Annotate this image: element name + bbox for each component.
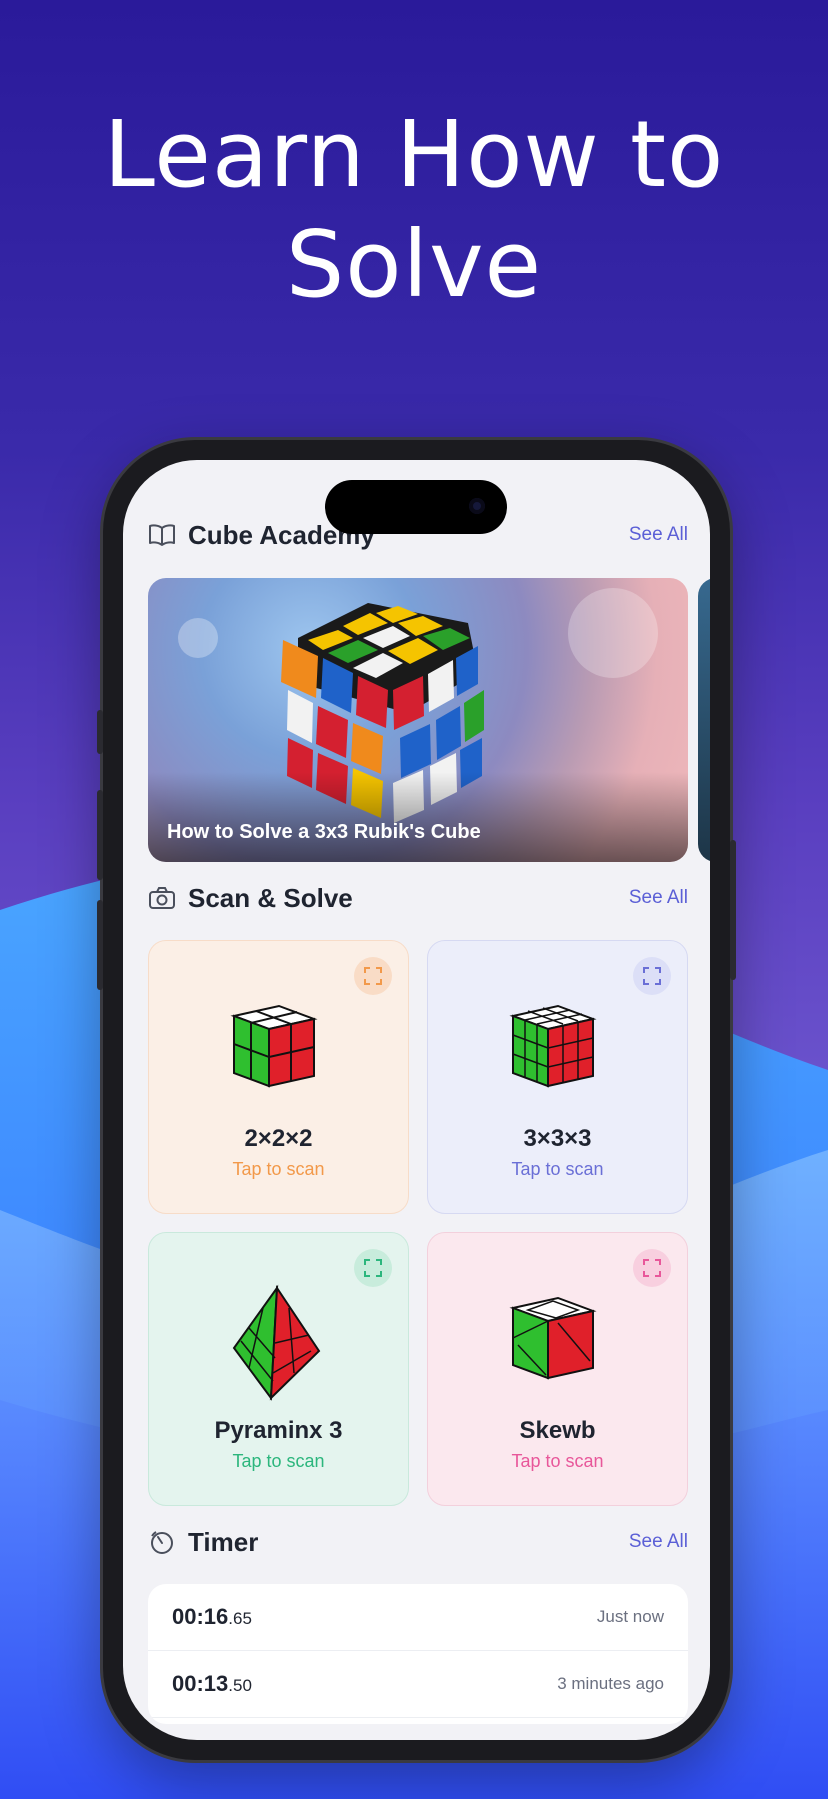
scan-frame-icon[interactable] [354, 1249, 392, 1287]
solve-timestamp: 3 minutes ago [557, 1674, 664, 1693]
solve-time-main: 00:13 [172, 1671, 229, 1696]
solve-time: 00:16.65 [172, 1604, 597, 1630]
front-camera [469, 498, 485, 514]
academy-see-all-link[interactable]: See All [629, 524, 688, 546]
phone-frame: Cube Academy See All How to Solve a 3x3 … [97, 440, 736, 1760]
pyraminx-icon [232, 1284, 320, 1401]
scan-card-skewb[interactable]: Skewb Tap to scan [427, 1232, 688, 1506]
solve-time-main: 00:16 [172, 1604, 229, 1629]
camera-icon [148, 884, 176, 912]
phone-screen: Cube Academy See All How to Solve a 3x3 … [123, 460, 710, 1740]
cube-2x2-icon [229, 1004, 318, 1088]
caption-gradient [148, 772, 688, 862]
timer-history-list: 00:16.65 Just now 00:13.50 3 minutes ago [148, 1584, 688, 1724]
stopwatch-icon [148, 1528, 176, 1556]
volume-down-button [97, 900, 103, 990]
scan-frame-icon[interactable] [633, 957, 671, 995]
timer-see-all-link[interactable]: See All [629, 1531, 688, 1553]
lesson-caption: How to Solve a 3x3 Rubik's Cube [167, 821, 481, 843]
timer-title: Timer [188, 1526, 259, 1557]
tap-to-scan-label: Tap to scan [232, 1159, 325, 1179]
solve-time: 00:13.50 [172, 1671, 557, 1697]
cube-3x3-icon [508, 1004, 597, 1088]
headline: Learn How to Solve [0, 100, 828, 320]
timer-row[interactable]: 00:13.50 3 minutes ago [148, 1651, 688, 1718]
scan-frame-icon[interactable] [354, 957, 392, 995]
solve-time-fraction: .50 [228, 1676, 252, 1695]
tap-to-scan-label: Tap to scan [232, 1451, 325, 1471]
timer-row[interactable]: 00:16.65 Just now [148, 1584, 688, 1651]
scan-frame-icon[interactable] [633, 1249, 671, 1287]
scan-card-pyraminx[interactable]: Pyraminx 3 Tap to scan [148, 1232, 409, 1506]
scan-header: Scan & Solve See All [148, 878, 688, 918]
mute-switch [97, 710, 103, 754]
volume-up-button [97, 790, 103, 880]
puzzle-name: 2×2×2 [244, 1125, 313, 1152]
next-lesson-card-peek[interactable] [698, 578, 710, 862]
scan-card-3x3[interactable]: 3×3×3 Tap to scan [427, 940, 688, 1214]
scan-title: Scan & Solve [188, 882, 353, 913]
timer-header: Timer See All [148, 1522, 688, 1562]
tap-to-scan-label: Tap to scan [511, 1451, 604, 1471]
solve-timestamp: Just now [596, 1607, 664, 1626]
academy-lesson-card[interactable]: How to Solve a 3x3 Rubik's Cube [148, 578, 688, 862]
skewb-icon [508, 1296, 597, 1380]
puzzle-name: Skewb [519, 1417, 596, 1444]
book-icon [148, 521, 176, 549]
dynamic-island [325, 480, 507, 534]
headline-line-1: Learn How to [103, 101, 725, 208]
app-content: Cube Academy See All How to Solve a 3x3 … [123, 460, 710, 1740]
headline-line-2: Solve [285, 211, 543, 318]
puzzle-name: 3×3×3 [523, 1125, 592, 1152]
puzzle-name: Pyraminx 3 [214, 1417, 343, 1444]
power-button [730, 840, 736, 980]
tap-to-scan-label: Tap to scan [511, 1159, 604, 1179]
solve-time-fraction: .65 [228, 1609, 252, 1628]
scan-see-all-link[interactable]: See All [629, 887, 688, 909]
scan-card-2x2[interactable]: 2×2×2 Tap to scan [148, 940, 409, 1214]
